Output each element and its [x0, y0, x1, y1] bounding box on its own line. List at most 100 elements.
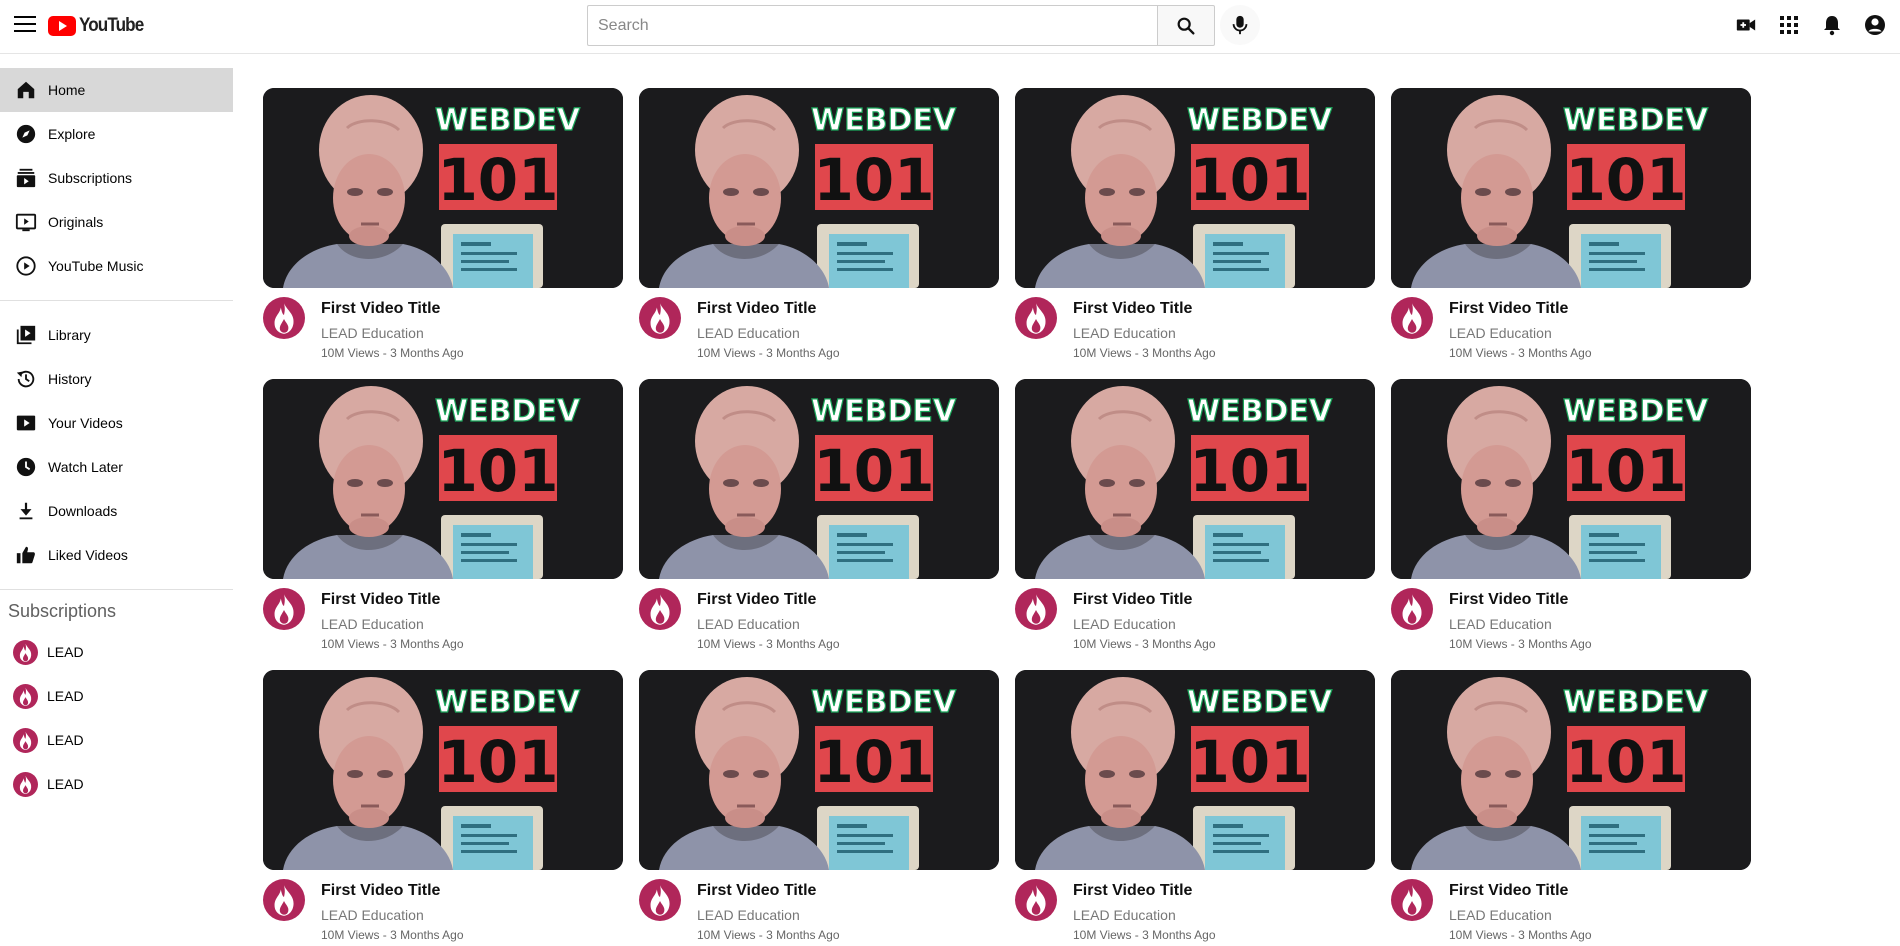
menu-icon[interactable] [14, 16, 36, 34]
video-channel-name[interactable]: LEAD Education [321, 907, 464, 923]
sidebar-item-downloads[interactable]: Downloads [0, 489, 233, 533]
channel-avatar[interactable] [263, 297, 305, 339]
thumbnail-image: WEBDEV 101 [639, 88, 999, 288]
video-card[interactable]: WEBDEV 101 First Video Title LEAD Educat… [263, 88, 623, 364]
subscription-channel-label: LEAD [47, 732, 84, 748]
video-card[interactable]: WEBDEV 101 First Video Title LEAD Educat… [639, 670, 999, 946]
video-card[interactable]: WEBDEV 101 First Video Title LEAD Educat… [1391, 379, 1751, 655]
sidebar-item-watch-later[interactable]: Watch Later [0, 445, 233, 489]
channel-avatar[interactable] [1015, 879, 1057, 921]
thumbnail-101-text: 101 [813, 146, 934, 214]
video-channel-name[interactable]: LEAD Education [1073, 616, 1216, 632]
video-card[interactable]: WEBDEV 101 First Video Title LEAD Educat… [1015, 670, 1375, 946]
video-title[interactable]: First Video Title [1449, 589, 1592, 610]
video-thumbnail[interactable]: WEBDEV 101 [639, 379, 999, 579]
channel-avatar[interactable] [263, 879, 305, 921]
video-card[interactable]: WEBDEV 101 First Video Title LEAD Educat… [1391, 670, 1751, 946]
sidebar-item-library[interactable]: Library [0, 313, 233, 357]
sidebar-item-subscriptions[interactable]: Subscriptions [0, 156, 233, 200]
video-channel-name[interactable]: LEAD Education [1449, 325, 1592, 341]
channel-avatar[interactable] [1015, 588, 1057, 630]
video-stats: 10M Views - 3 Months Ago [1073, 928, 1216, 942]
sidebar-item-history[interactable]: History [0, 357, 233, 401]
video-card[interactable]: WEBDEV 101 First Video Title LEAD Educat… [1015, 88, 1375, 364]
history-icon [14, 367, 38, 391]
video-thumbnail[interactable]: WEBDEV 101 [1015, 379, 1375, 579]
channel-avatar[interactable] [639, 879, 681, 921]
create-video-icon[interactable] [1733, 12, 1759, 38]
sidebar-item-youtube-music[interactable]: YouTube Music [0, 244, 233, 288]
video-channel-name[interactable]: LEAD Education [697, 907, 840, 923]
video-channel-name[interactable]: LEAD Education [697, 616, 840, 632]
channel-avatar[interactable] [1391, 297, 1433, 339]
video-title[interactable]: First Video Title [697, 880, 840, 901]
video-thumbnail[interactable]: WEBDEV 101 [1391, 88, 1751, 288]
sidebar-item-label: Library [48, 327, 91, 343]
video-thumbnail[interactable]: WEBDEV 101 [1391, 670, 1751, 870]
video-thumbnail[interactable]: WEBDEV 101 [1391, 379, 1751, 579]
apps-grid-icon[interactable] [1776, 12, 1802, 38]
video-card[interactable]: WEBDEV 101 First Video Title LEAD Educat… [639, 379, 999, 655]
subscription-channel-label: LEAD [47, 688, 84, 704]
subscription-channel-item[interactable]: LEAD [0, 674, 233, 718]
channel-avatar[interactable] [1015, 297, 1057, 339]
search-button[interactable] [1157, 5, 1215, 46]
video-channel-name[interactable]: LEAD Education [321, 325, 464, 341]
video-title[interactable]: First Video Title [321, 589, 464, 610]
channel-avatar[interactable] [1391, 588, 1433, 630]
sidebar-item-home[interactable]: Home [0, 68, 233, 112]
channel-avatar[interactable] [639, 588, 681, 630]
video-thumbnail[interactable]: WEBDEV 101 [263, 670, 623, 870]
subscription-channel-item[interactable]: LEAD [0, 630, 233, 674]
thumbnail-101-text: 101 [437, 146, 558, 214]
subscription-channel-item[interactable]: LEAD [0, 762, 233, 806]
youtube-logo[interactable]: YouTube [48, 14, 150, 38]
video-channel-name[interactable]: LEAD Education [1449, 907, 1592, 923]
top-actions [1733, 12, 1888, 38]
video-channel-name[interactable]: LEAD Education [697, 325, 840, 341]
video-title[interactable]: First Video Title [1073, 880, 1216, 901]
video-channel-name[interactable]: LEAD Education [1073, 907, 1216, 923]
thumbnail-image: WEBDEV 101 [1391, 88, 1751, 288]
sidebar-item-your-videos[interactable]: Your Videos [0, 401, 233, 445]
sidebar-item-liked-videos[interactable]: Liked Videos [0, 533, 233, 577]
video-card[interactable]: WEBDEV 101 First Video Title LEAD Educat… [263, 379, 623, 655]
video-thumbnail[interactable]: WEBDEV 101 [1015, 88, 1375, 288]
notifications-bell-icon[interactable] [1819, 12, 1845, 38]
voice-search-button[interactable] [1220, 5, 1260, 45]
video-stats: 10M Views - 3 Months Ago [1073, 346, 1216, 360]
video-channel-name[interactable]: LEAD Education [1073, 325, 1216, 341]
video-thumbnail[interactable]: WEBDEV 101 [639, 670, 999, 870]
video-thumbnail[interactable]: WEBDEV 101 [639, 88, 999, 288]
sidebar-item-originals[interactable]: Originals [0, 200, 233, 244]
top-bar: YouTube [0, 0, 1900, 54]
channel-avatar[interactable] [639, 297, 681, 339]
video-stats: 10M Views - 3 Months Ago [697, 637, 840, 651]
video-channel-name[interactable]: LEAD Education [1449, 616, 1592, 632]
video-title[interactable]: First Video Title [1449, 298, 1592, 319]
video-thumbnail[interactable]: WEBDEV 101 [263, 88, 623, 288]
video-title[interactable]: First Video Title [697, 589, 840, 610]
video-thumbnail[interactable]: WEBDEV 101 [1015, 670, 1375, 870]
video-title[interactable]: First Video Title [697, 298, 840, 319]
account-icon[interactable] [1862, 12, 1888, 38]
video-channel-name[interactable]: LEAD Education [321, 616, 464, 632]
video-card[interactable]: WEBDEV 101 First Video Title LEAD Educat… [639, 88, 999, 364]
channel-avatar[interactable] [263, 588, 305, 630]
thumbnail-webdev-text: WEBDEV [1563, 103, 1709, 138]
subscription-channel-item[interactable]: LEAD [0, 718, 233, 762]
video-title[interactable]: First Video Title [1449, 880, 1592, 901]
video-title[interactable]: First Video Title [1073, 298, 1216, 319]
video-title[interactable]: First Video Title [321, 880, 464, 901]
search-input[interactable] [587, 5, 1157, 46]
video-thumbnail[interactable]: WEBDEV 101 [263, 379, 623, 579]
video-info: First Video Title LEAD Education 10M Vie… [1073, 297, 1216, 360]
video-card[interactable]: WEBDEV 101 First Video Title LEAD Educat… [1391, 88, 1751, 364]
channel-avatar[interactable] [1391, 879, 1433, 921]
video-title[interactable]: First Video Title [1073, 589, 1216, 610]
video-card[interactable]: WEBDEV 101 First Video Title LEAD Educat… [1015, 379, 1375, 655]
video-title[interactable]: First Video Title [321, 298, 464, 319]
video-card[interactable]: WEBDEV 101 First Video Title LEAD Educat… [263, 670, 623, 946]
thumbnail-image: WEBDEV 101 [1015, 379, 1375, 579]
sidebar-item-explore[interactable]: Explore [0, 112, 233, 156]
